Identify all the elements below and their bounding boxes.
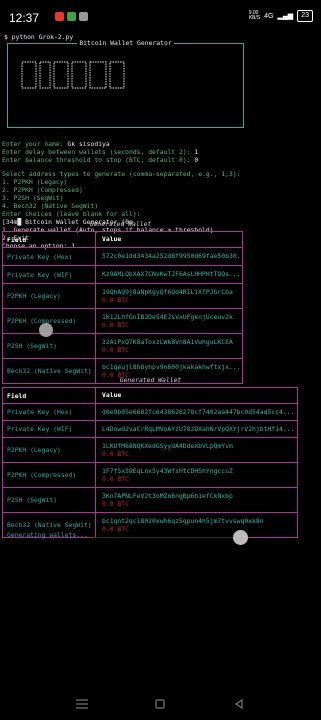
wallet-title-1: Generated Wallet	[89, 220, 152, 228]
home-icon[interactable]	[155, 699, 165, 709]
wallet-title-2: Generated Wallet	[119, 376, 182, 384]
select-prompt: Select address types to generate (comma-…	[2, 170, 241, 178]
prompt-threshold: Enter balance threshold to stop (BTC, de…	[2, 156, 199, 164]
balance: 0.0 BTC	[102, 296, 129, 304]
table-row: Private Key (WIF) L4Dowd2vaCrRqLMVoAYzU7…	[3, 420, 297, 437]
notification-icon	[79, 12, 88, 21]
table-row: P2SH (SegWit) 32AiPxQ7K8aToxzLWkBVn8A1Vw…	[3, 333, 242, 358]
balance: 0.0 BTC	[102, 500, 129, 508]
youtube-icon	[55, 12, 64, 21]
banner-title: Bitcoin Wallet Generator	[77, 39, 174, 47]
table-row: P2PKH (Compressed) 1F7fSx59EqLnx5y43WfsH…	[3, 462, 297, 487]
system-nav-bar	[0, 685, 321, 720]
progress-label: Generating wallets...	[7, 531, 88, 539]
network-type: 4G	[264, 12, 274, 20]
touch-indicator	[39, 323, 53, 337]
choices-prompt: Enter choices (leave blank for all):	[2, 210, 141, 218]
prompt-name: Enter your name: Gk sisodiya	[2, 140, 110, 148]
back-icon[interactable]	[234, 699, 244, 709]
table-header: Field Value	[3, 388, 297, 403]
table-row: P2PKH (Legacy) 19QhAQ9j8aNpKgyQf6Qd4R1Li…	[3, 283, 242, 308]
table-row: P2PKH (Legacy) 1LKUfM68NQKXedGSyydA4DdeX…	[3, 437, 297, 462]
type-option-1: 1. P2PKH (Legacy)	[2, 178, 68, 186]
field-header: Field	[7, 391, 27, 400]
notification-icons	[55, 12, 88, 21]
table-row: P2SH (SegWit) 3Kn7APNLFeV2t3oMZn6ngBp6h1…	[3, 487, 297, 512]
balance: 0.0 BTC	[102, 450, 129, 458]
whatsapp-icon	[67, 12, 76, 21]
battery-icon: 23	[297, 10, 313, 22]
ascii-logo	[21, 61, 125, 89]
banner-panel: Bitcoin Wallet Generator	[7, 39, 244, 128]
progress-bar	[88, 537, 238, 538]
balance: 0.0 BTC	[102, 525, 129, 533]
value-header: Value	[102, 391, 122, 399]
prompt-delay: Enter delay between wallets (seconds, de…	[2, 148, 199, 156]
progress-fill	[88, 537, 93, 538]
field-header: Field	[7, 235, 27, 244]
balance: 0.0 BTC	[102, 321, 129, 329]
type-option-2: 2. P2PKH (Compressed)	[2, 186, 83, 194]
balance: 0.0 BTC	[102, 346, 129, 354]
scroll-handle[interactable]	[233, 530, 248, 545]
status-right: 9.00 KB/S 4G ▂▄▆ 23	[249, 10, 313, 22]
value-header: Value	[102, 235, 122, 243]
signal-icon: ▂▄▆	[277, 13, 294, 20]
table-row: Private Key (WIF) Kz9AMLQbXAX7CNvKwTJF6A…	[3, 265, 242, 283]
table-row: Private Key (Hex) d0e9b05e6682fc64386262…	[3, 403, 297, 420]
menu-icon[interactable]	[76, 699, 88, 709]
balance: 0.0 BTC	[102, 475, 129, 483]
wallet-table-2: Field Value Private Key (Hex) d0e9b05e66…	[2, 387, 298, 538]
status-bar: 12:37 9.00 KB/S 4G ▂▄▆ 23	[0, 0, 321, 34]
clock: 12:37	[9, 11, 40, 25]
type-option-4: 4. Bech32 (Native SegWit)	[2, 202, 99, 210]
table-header: Field Value	[3, 232, 242, 247]
type-option-3: 3. P2SH (SegWit)	[2, 194, 64, 202]
wallet-table-1: Field Value Private Key (Hex) 572c0e1dd3…	[2, 231, 243, 384]
network-speed: 9.00 KB/S	[248, 10, 261, 21]
table-row: Private Key (Hex) 572c0e1dd3434a252d8f99…	[3, 247, 242, 265]
